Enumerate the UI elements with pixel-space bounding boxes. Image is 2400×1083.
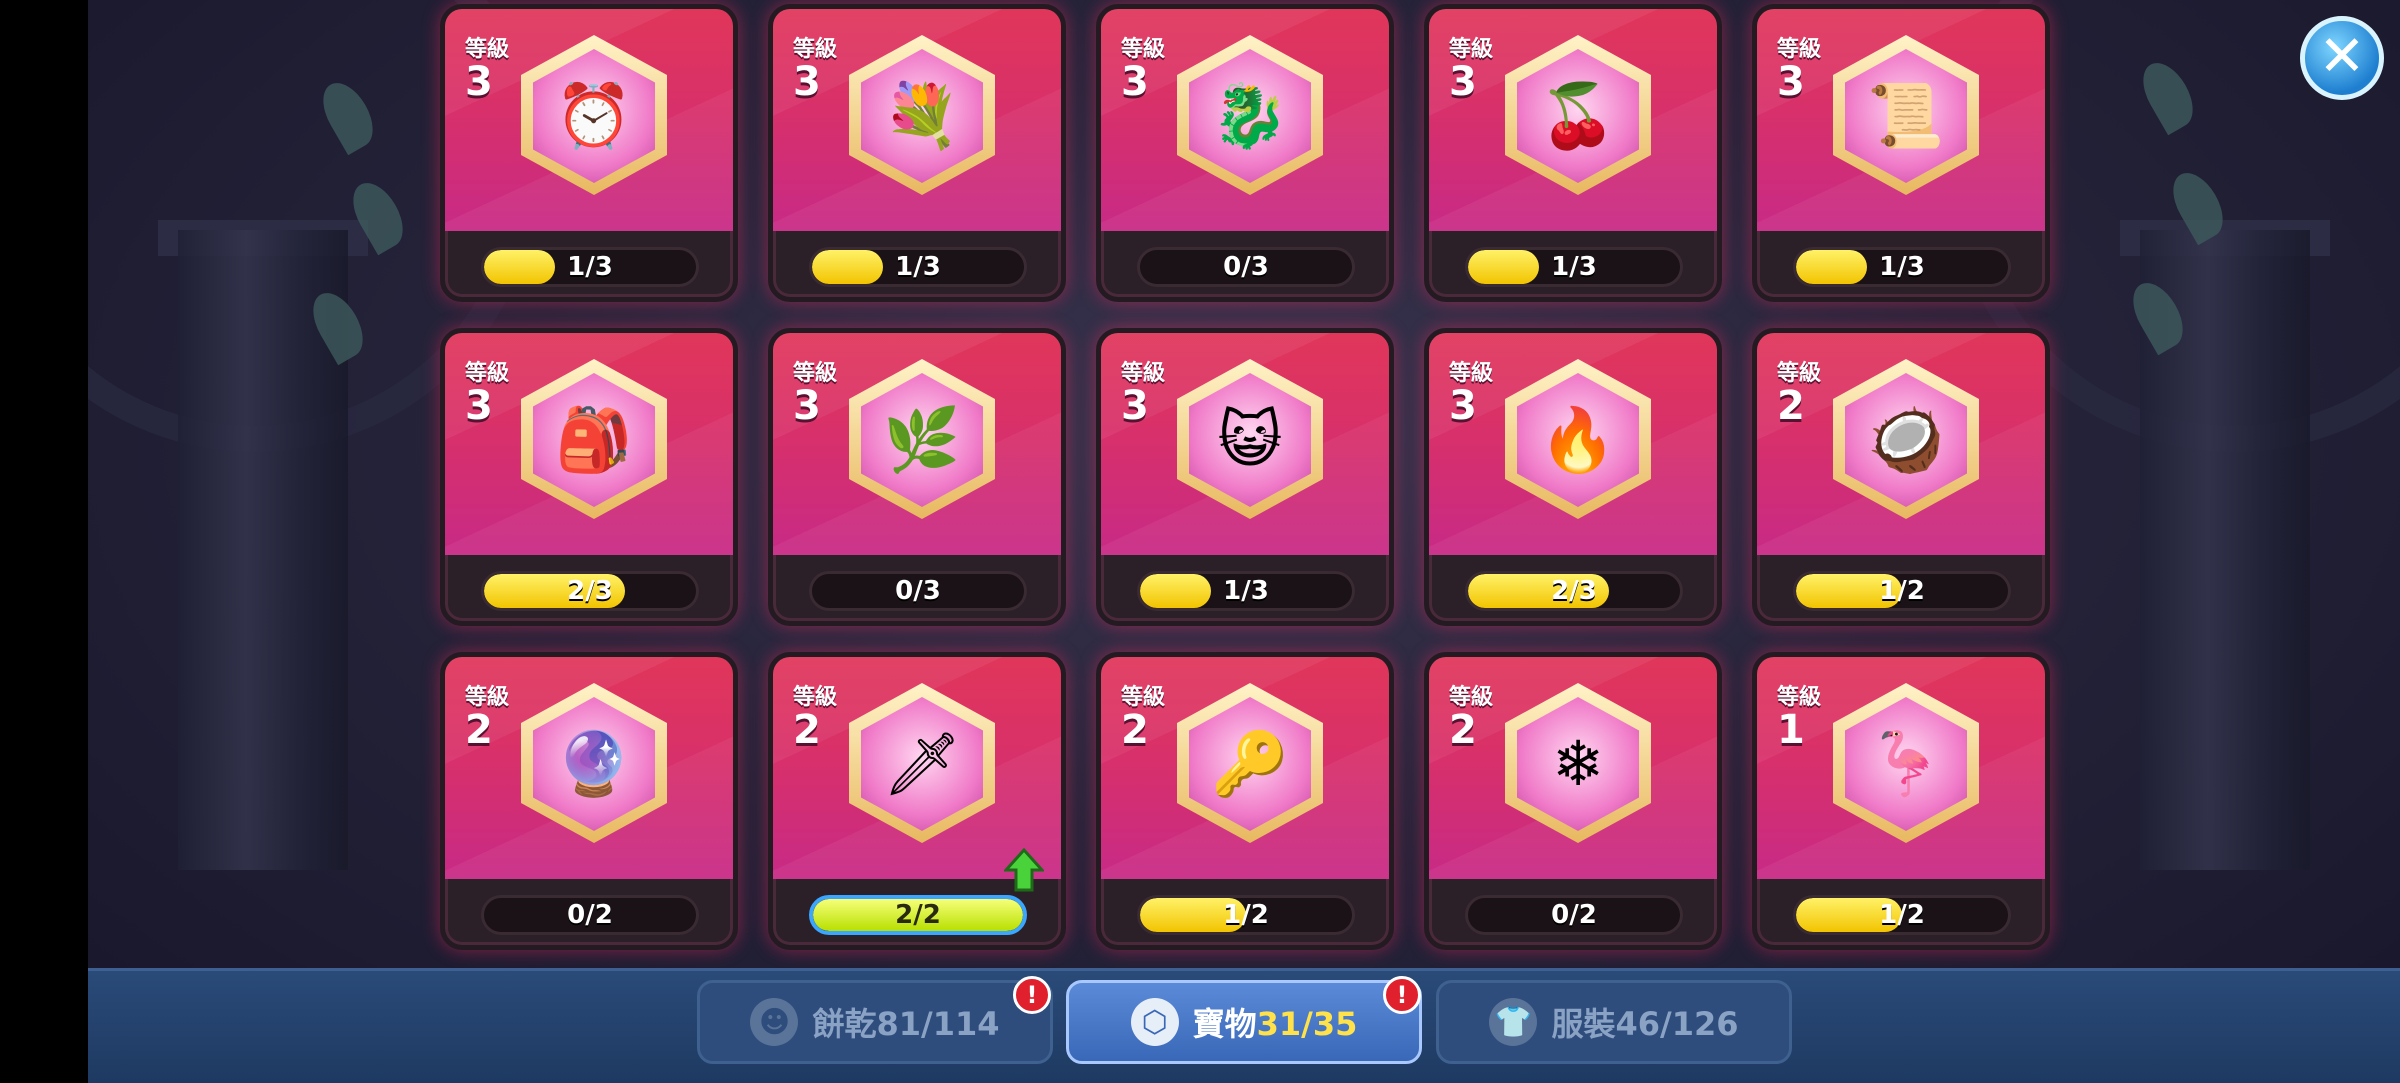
level-value: 3 [1777, 59, 1805, 105]
progress-bar: 2/2 [809, 895, 1027, 935]
treasure-card[interactable]: 等級 2 ❄ 0/2 [1424, 652, 1722, 950]
level-value: 3 [1449, 383, 1477, 429]
treasure-card[interactable]: 等級 3 ⏰ 1/3 [440, 4, 738, 302]
treasure-card[interactable]: 等級 1 🦩 1/2 [1752, 652, 2050, 950]
progress-bar: 0/3 [809, 571, 1027, 611]
level-value: 3 [793, 59, 821, 105]
tab-cookies-alert-badge: ! [1013, 976, 1051, 1014]
treasure-card[interactable]: 等級 2 🥥 1/2 [1752, 328, 2050, 626]
level-value: 1 [1777, 707, 1805, 753]
progress-bar: 1/3 [1793, 247, 2011, 287]
progress-bar: 2/3 [1465, 571, 1683, 611]
tab-costumes-label: 服裝46/126 [1551, 1005, 1739, 1043]
progress-text: 0/2 [1551, 900, 1597, 930]
progress-text: 2/3 [567, 576, 613, 606]
magnifier-locket-treasure-icon: 🔮 [555, 727, 633, 800]
progress-text: 1/2 [1879, 576, 1925, 606]
berry-treasure-icon: 🍒 [1539, 79, 1617, 152]
progress-bar: 1/3 [481, 247, 699, 287]
progress-bar: 1/2 [1137, 895, 1355, 935]
treasure-card[interactable]: 等級 3 🌿 0/3 [768, 328, 1066, 626]
treasure-card[interactable]: 等級 3 😺 1/3 [1096, 328, 1394, 626]
treasure-card[interactable]: 等級 3 🔥 2/3 [1424, 328, 1722, 626]
crystal-claw-treasure-icon: 🗡 [882, 727, 962, 800]
emerald-key-treasure-icon: 🔑 [1211, 727, 1289, 800]
level-value: 3 [465, 59, 493, 105]
progress-bar: 0/3 [1137, 247, 1355, 287]
progress-bar: 2/3 [481, 571, 699, 611]
progress-text: 1/2 [1879, 900, 1925, 930]
level-value: 2 [1777, 383, 1805, 429]
level-value: 2 [1449, 707, 1477, 753]
jelly-cat-treasure-icon: 😺 [1217, 403, 1283, 476]
mummy-wrap-treasure-icon: 📜 [1867, 79, 1945, 152]
progress-text: 1/3 [1879, 252, 1925, 282]
treasure-card[interactable]: 等級 3 💐 1/3 [768, 4, 1066, 302]
tab-treasures-alert-badge: ! [1383, 976, 1421, 1014]
progress-text: 1/3 [1551, 252, 1597, 282]
coconut-treasure-icon: 🥥 [1867, 403, 1945, 476]
tab-treasures[interactable]: ⬡ 寶物31/35 [1066, 980, 1422, 1064]
level-value: 3 [1449, 59, 1477, 105]
costume-shirt-icon: 👕 [1489, 998, 1538, 1046]
cookie-icon: ☻ [750, 998, 799, 1046]
progress-bar: 1/2 [1793, 895, 2011, 935]
treasure-card[interactable]: 等級 3 🎒 2/3 [440, 328, 738, 626]
ice-crystal-treasure-icon: ❄ [1552, 727, 1604, 800]
tab-costumes[interactable]: 👕 服裝46/126 [1436, 980, 1792, 1064]
close-button[interactable]: ✕ [2300, 16, 2384, 100]
progress-text: 0/2 [567, 900, 613, 930]
treasure-card[interactable]: 等級 2 🔑 1/2 [1096, 652, 1394, 950]
progress-text: 1/3 [895, 252, 941, 282]
progress-text: 1/3 [567, 252, 613, 282]
flamingo-float-treasure-icon: 🦩 [1867, 727, 1945, 800]
level-value: 2 [793, 707, 821, 753]
treasure-hex-icon: ⬡ [1130, 998, 1179, 1046]
close-icon: ✕ [2318, 24, 2366, 89]
flower-wreath-treasure-icon: 💐 [883, 79, 961, 152]
treasure-card[interactable]: 等級 3 🐉 0/3 [1096, 4, 1394, 302]
progress-text: 0/3 [895, 576, 941, 606]
dragon-wing-treasure-icon: 🐉 [1211, 79, 1289, 152]
flame-crown-treasure-icon: 🔥 [1539, 403, 1617, 476]
upgrade-arrow-icon [1004, 848, 1044, 892]
treasure-card[interactable]: 等級 2 🔮 0/2 [440, 652, 738, 950]
blue-pouch-treasure-icon: 🎒 [555, 403, 633, 476]
frost-branch-treasure-icon: 🌿 [883, 403, 961, 476]
treasure-card[interactable]: 等級 3 📜 1/3 [1752, 4, 2050, 302]
treasure-card[interactable]: 等級 2 🗡 2/2 [768, 652, 1066, 950]
progress-text: 1/2 [1223, 900, 1269, 930]
level-value: 3 [793, 383, 821, 429]
progress-bar: 1/3 [1137, 571, 1355, 611]
level-value: 3 [1121, 383, 1149, 429]
progress-text: 0/3 [1223, 252, 1269, 282]
tab-treasures-label: 寶物31/35 [1192, 1005, 1358, 1043]
level-value: 2 [465, 707, 493, 753]
progress-text: 2/3 [1551, 576, 1597, 606]
level-value: 3 [1121, 59, 1149, 105]
clock-treasure-icon: ⏰ [555, 79, 633, 152]
progress-text: 2/2 [895, 900, 941, 930]
tab-cookies[interactable]: ☻ 餅乾81/114 [697, 980, 1053, 1064]
level-value: 2 [1121, 707, 1149, 753]
level-value: 3 [465, 383, 493, 429]
tab-cookies-label: 餅乾81/114 [812, 1005, 1000, 1043]
progress-bar: 0/2 [481, 895, 699, 935]
progress-text: 1/3 [1223, 576, 1269, 606]
progress-bar: 1/2 [1793, 571, 2011, 611]
progress-bar: 1/3 [1465, 247, 1683, 287]
progress-bar: 0/2 [1465, 895, 1683, 935]
treasure-card[interactable]: 等級 3 🍒 1/3 [1424, 4, 1722, 302]
progress-bar: 1/3 [809, 247, 1027, 287]
